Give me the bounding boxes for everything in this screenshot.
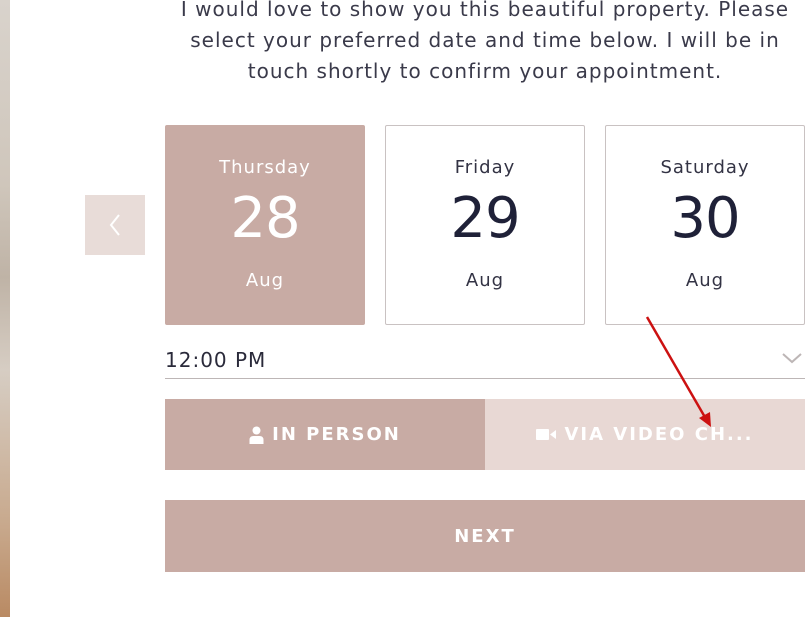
next-label: NEXT xyxy=(454,525,516,547)
in-person-button[interactable]: IN PERSON xyxy=(165,399,485,470)
video-chat-label: VIA VIDEO CH... xyxy=(564,424,754,445)
date-card-day-number: 28 xyxy=(230,186,300,251)
intro-line: I would love to show you this beautiful … xyxy=(180,0,790,21)
intro-text: I would love to show you this beautiful … xyxy=(165,0,805,87)
date-card-weekday: Saturday xyxy=(660,157,750,178)
date-card-month: Aug xyxy=(245,270,285,291)
time-select[interactable]: 12:00 PM xyxy=(165,342,805,379)
date-card-day-number: 29 xyxy=(450,186,520,251)
date-card-saturday[interactable]: Saturday 30 Aug xyxy=(605,125,805,325)
booking-page: I would love to show you this beautiful … xyxy=(0,0,810,617)
time-select-value: 12:00 PM xyxy=(165,348,267,372)
date-card-thursday[interactable]: Thursday 28 Aug xyxy=(165,125,365,325)
in-person-label: IN PERSON xyxy=(272,424,401,445)
date-card-month: Aug xyxy=(685,270,725,291)
previous-dates-button[interactable] xyxy=(85,195,145,255)
date-card-weekday: Friday xyxy=(454,157,516,178)
intro-line: touch shortly to confirm your appointmen… xyxy=(247,59,723,83)
video-camera-icon xyxy=(536,429,557,440)
date-card-friday[interactable]: Friday 29 Aug xyxy=(385,125,585,325)
property-photo-edge xyxy=(0,0,10,617)
date-card-day-number: 30 xyxy=(670,186,740,251)
date-card-month: Aug xyxy=(465,270,505,291)
date-card-weekday: Thursday xyxy=(219,157,311,178)
chevron-down-icon xyxy=(782,353,802,364)
person-icon xyxy=(249,426,264,444)
chevron-left-icon xyxy=(109,214,120,236)
video-chat-button[interactable]: VIA VIDEO CH... xyxy=(485,399,805,470)
intro-line: select your preferred date and time belo… xyxy=(190,28,780,52)
next-button[interactable]: NEXT xyxy=(165,500,805,572)
